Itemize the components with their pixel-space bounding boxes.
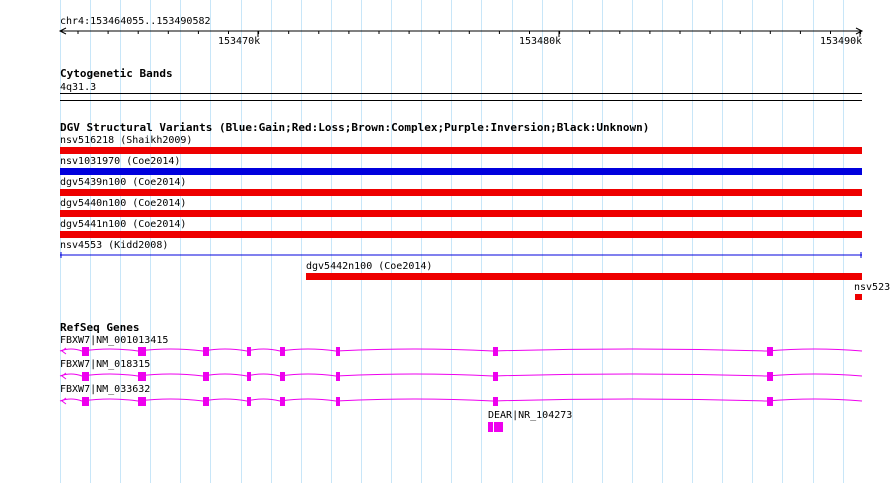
cytoband-line (60, 93, 862, 94)
dgv-track-title[interactable]: DGV Structural Variants (Blue:Gain;Red:L… (60, 122, 649, 134)
gene-exon (138, 372, 146, 381)
gene-intron-line (59, 348, 863, 352)
gene-exon (203, 397, 209, 406)
gene-exon (336, 397, 340, 406)
gene-label[interactable]: FBXW7|NM_001013415 (60, 335, 168, 346)
gene-exon (280, 397, 285, 406)
gene-exon (767, 372, 773, 381)
gene-exon (493, 347, 498, 356)
ruler-tick-label: 153480k (519, 36, 562, 47)
gene-exon (138, 397, 146, 406)
gene-label[interactable]: DEAR|NR_104273 (488, 410, 572, 421)
gene-exon (138, 347, 146, 356)
cytoband-line (60, 100, 862, 101)
gene-exon (280, 372, 285, 381)
dgv-variant-bar (855, 294, 862, 300)
dgv-variant-label[interactable]: nsv1031970 (Coe2014) (60, 156, 180, 167)
gene-exon (767, 347, 773, 356)
gene-exon (82, 397, 89, 406)
gene-exon (203, 372, 209, 381)
gene-exon (82, 347, 89, 356)
cytoband-track-title[interactable]: Cytogenetic Bands (60, 68, 173, 80)
cytoband-label[interactable]: 4q31.3 (60, 82, 96, 93)
gene-intron-line (59, 373, 863, 377)
gene-exon (336, 347, 340, 356)
dgv-variant-bar (60, 189, 862, 196)
ruler-tick-label: 153490k (820, 36, 863, 47)
dgv-variant-label[interactable]: nsv516218 (Shaikh2009) (60, 135, 192, 146)
gene-label[interactable]: FBXW7|NM_033632 (60, 384, 150, 395)
gene-exon-gap (493, 422, 494, 432)
ruler-tick-label: 153470k (218, 36, 261, 47)
dgv-variant-bar (60, 168, 862, 175)
strand-arrow-icon (61, 397, 67, 405)
gene-exon (82, 372, 89, 381)
dgv-variant-label[interactable]: nsv4553 (Kidd2008) (60, 240, 168, 251)
strand-arrow-icon (61, 347, 67, 355)
gene-exon (767, 397, 773, 406)
strand-arrow-icon (61, 372, 67, 380)
gene-exon (493, 397, 498, 406)
gene-exon (336, 372, 340, 381)
dgv-variant-bar (60, 231, 862, 238)
refseq-track-title[interactable]: RefSeq Genes (60, 322, 139, 334)
gene-exon (247, 397, 251, 406)
dgv-variant-label[interactable]: dgv5442n100 (Coe2014) (306, 261, 432, 272)
gene-exon (493, 372, 498, 381)
dgv-variant-label[interactable]: dgv5439n100 (Coe2014) (60, 177, 186, 188)
gene-exon (488, 422, 503, 432)
dgv-variant-label[interactable]: dgv5440n100 (Coe2014) (60, 198, 186, 209)
dgv-variant-label[interactable]: nsv523 (854, 282, 890, 293)
dgv-variant-label[interactable]: dgv5441n100 (Coe2014) (60, 219, 186, 230)
gene-intron-line (59, 398, 863, 402)
gene-exon (280, 347, 285, 356)
dgv-variant-bar (60, 147, 862, 154)
dgv-variant-bar (306, 273, 862, 280)
gene-label[interactable]: FBXW7|NM_018315 (60, 359, 150, 370)
gene-exon (247, 372, 251, 381)
dgv-variant-bar (60, 210, 862, 217)
gene-exon (247, 347, 251, 356)
gene-exon (203, 347, 209, 356)
